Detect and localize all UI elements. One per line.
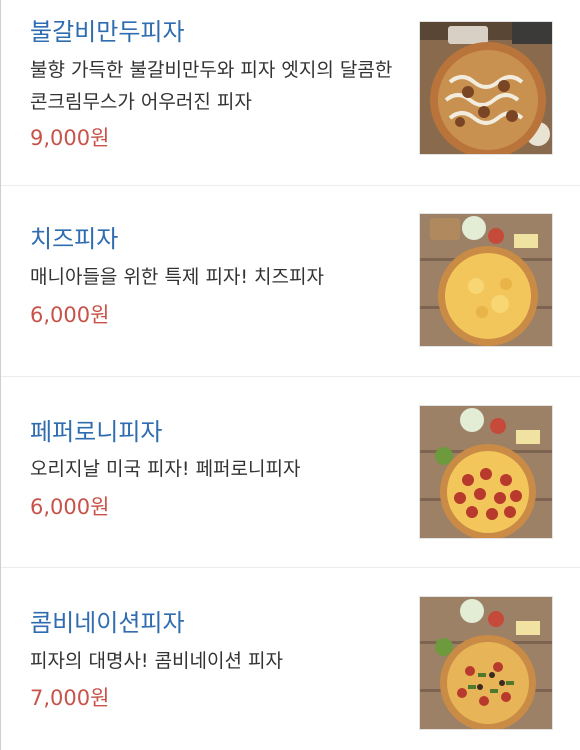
menu-item-combination-pizza[interactable]: 콤비네이션피자 피자의 대명사! 콤비네이션 피자 7,000원 bbox=[1, 567, 580, 750]
menu-item-description: 피자의 대명사! 콤비네이션 피자 bbox=[30, 650, 283, 672]
menu-item-description: 매니아들을 위한 특제 피자! 치즈피자 bbox=[30, 266, 324, 288]
pizza-thumbnail-icon[interactable] bbox=[419, 596, 553, 730]
menu-list: 불갈비만두피자 불향 가득한 불갈비만두와 피자 엣지의 달콤한 콘크림무스가 … bbox=[0, 0, 580, 750]
menu-item-price: 7,000원 bbox=[30, 686, 110, 710]
pizza-thumbnail-icon[interactable] bbox=[419, 213, 553, 347]
menu-item-description: 불향 가득한 불갈비만두와 피자 엣지의 달콤한 콘크림무스가 어우러진 피자 bbox=[30, 59, 393, 113]
menu-item-description: 오리지날 미국 피자! 페퍼로니피자 bbox=[30, 458, 301, 480]
menu-item-name: 콤비네이션피자 bbox=[30, 609, 185, 637]
menu-item-bulgalbi-mandu-pizza[interactable]: 불갈비만두피자 불향 가득한 불갈비만두와 피자 엣지의 달콤한 콘크림무스가 … bbox=[1, 0, 580, 185]
menu-item-price: 6,000원 bbox=[30, 303, 110, 327]
pizza-thumbnail-icon[interactable] bbox=[419, 405, 553, 539]
menu-item-name: 페퍼로니피자 bbox=[30, 418, 163, 446]
pizza-thumbnail-icon[interactable] bbox=[419, 21, 553, 155]
menu-item-pepperoni-pizza[interactable]: 페퍼로니피자 오리지날 미국 피자! 페퍼로니피자 6,000원 bbox=[1, 376, 580, 567]
menu-item-price: 9,000원 bbox=[30, 126, 110, 150]
menu-item-name: 치즈피자 bbox=[30, 225, 119, 253]
menu-item-cheese-pizza[interactable]: 치즈피자 매니아들을 위한 특제 피자! 치즈피자 6,000원 bbox=[1, 185, 580, 376]
menu-item-price: 6,000원 bbox=[30, 495, 110, 519]
menu-item-name: 불갈비만두피자 bbox=[30, 18, 185, 46]
